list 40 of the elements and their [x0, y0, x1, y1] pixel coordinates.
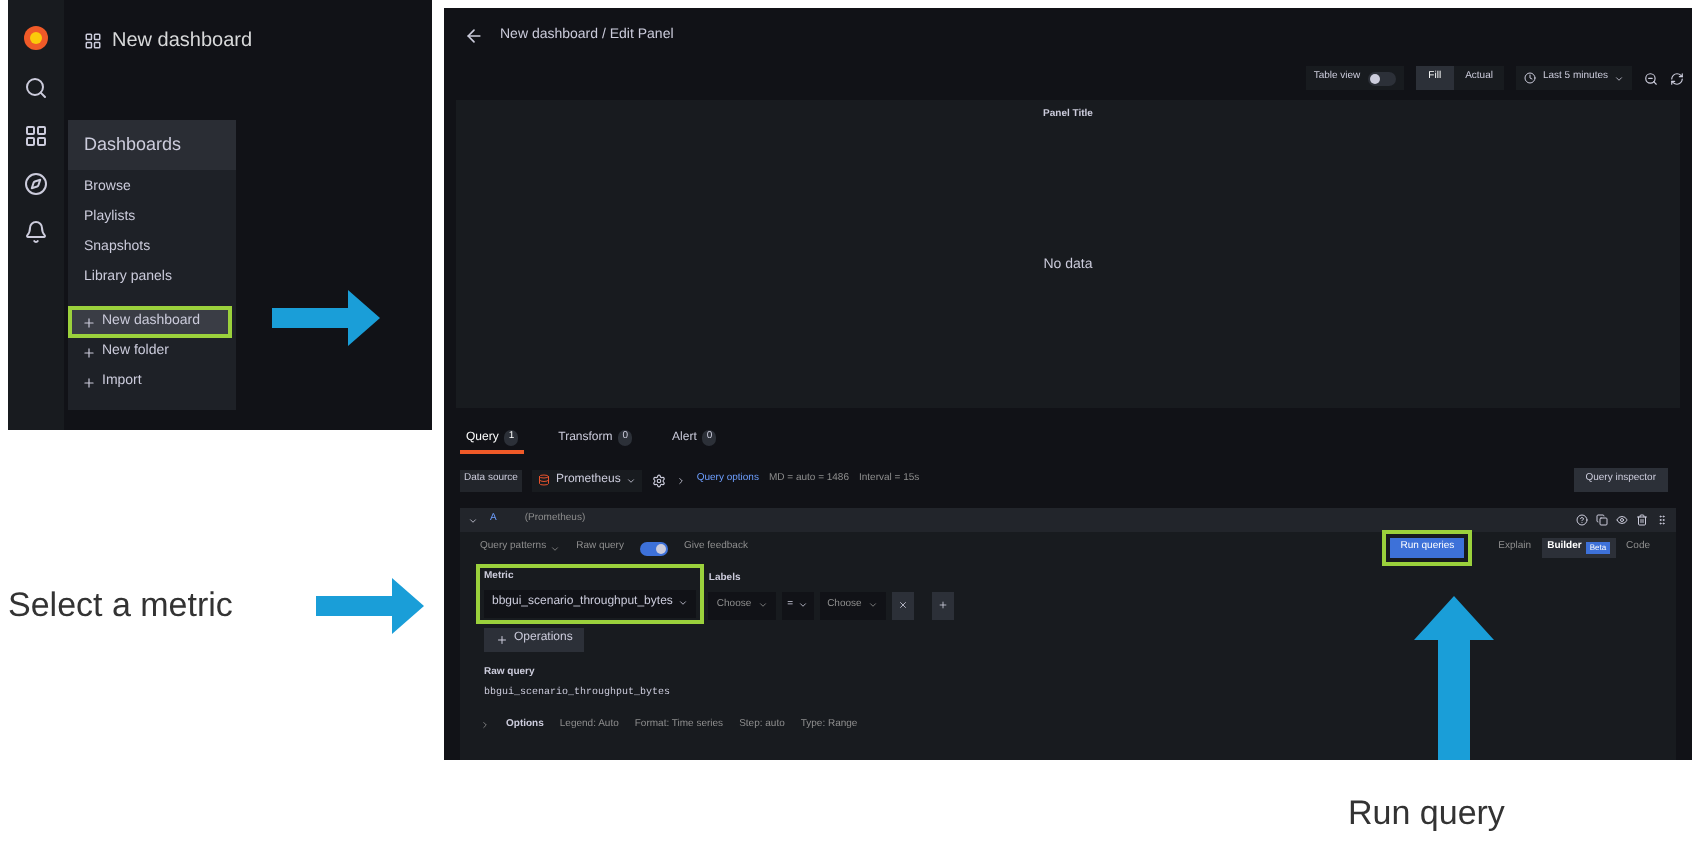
chevron-icon: [676, 475, 687, 485]
plus-icon: [82, 375, 96, 389]
eye-icon[interactable]: [1616, 514, 1628, 526]
refresh-icon[interactable]: [1670, 71, 1684, 85]
help-icon[interactable]: [1576, 514, 1588, 526]
search-icon[interactable]: [24, 76, 48, 100]
add-label-button[interactable]: [931, 591, 954, 619]
caret-icon: [797, 600, 808, 610]
copy-icon[interactable]: [1596, 514, 1608, 526]
caret-icon: [550, 543, 561, 553]
page-title: New dashboard: [112, 27, 253, 55]
explore-icon[interactable]: [24, 172, 48, 196]
caret-icon: [626, 475, 637, 485]
plus-icon: [937, 600, 948, 610]
caret-icon: [678, 598, 689, 608]
toggle-switch[interactable]: [639, 541, 668, 555]
right-arrow-icon: [316, 578, 424, 634]
settings-icon[interactable]: [652, 473, 667, 487]
plus-icon: [496, 633, 508, 645]
collapse-icon[interactable]: [468, 515, 478, 525]
caret-icon: [757, 600, 768, 610]
bell-icon[interactable]: [24, 220, 48, 244]
caret-icon: [1614, 73, 1624, 83]
toggle-switch[interactable]: [1368, 71, 1397, 85]
right-arrow-icon: [272, 290, 380, 346]
menu-title: Dashboards: [68, 120, 236, 170]
plus-icon: [82, 345, 96, 359]
expand-icon[interactable]: [480, 719, 490, 730]
annotation-text: Run query: [1348, 792, 1505, 836]
dashboards-icon[interactable]: [24, 124, 48, 148]
clock-icon: [1524, 72, 1537, 84]
plus-icon: [82, 315, 96, 329]
zoom-out-icon[interactable]: [1644, 71, 1658, 85]
up-arrow-icon: [1414, 596, 1494, 760]
back-icon[interactable]: [464, 26, 484, 46]
logo-icon: [22, 24, 50, 52]
trash-icon[interactable]: [1636, 514, 1648, 526]
grid-icon: [84, 31, 102, 49]
annotation-text: Select a metric: [8, 584, 233, 628]
caret-icon: [867, 600, 878, 610]
